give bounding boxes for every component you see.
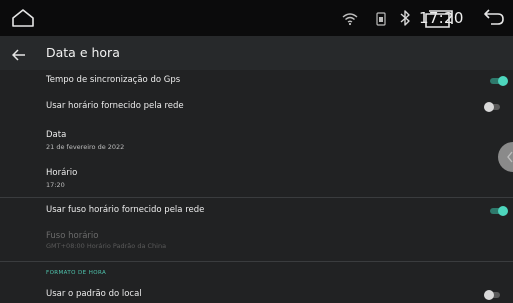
setting-label: Data	[46, 130, 67, 140]
setting-label: Tempo de sincronização do Gps	[46, 75, 181, 85]
setting-label: Usar fuso horário fornecido pela rede	[46, 205, 205, 215]
setting-timezone: Fuso horário GMT+08:00 Horário Padrão da…	[0, 228, 513, 256]
page-header: Data e hora	[0, 36, 513, 70]
gps-sync-toggle[interactable]	[490, 76, 508, 86]
recents-icon[interactable]	[424, 9, 454, 33]
setting-time[interactable]: Horário 17:20	[0, 164, 513, 194]
setting-network-timezone[interactable]: Usar fuso horário fornecido pela rede	[0, 200, 513, 222]
bluetooth-icon	[398, 9, 412, 31]
setting-label: Horário	[46, 168, 78, 178]
divider	[0, 261, 513, 262]
arrow-left-icon[interactable]	[11, 46, 26, 65]
network-timezone-toggle[interactable]	[490, 206, 508, 216]
wifi-icon	[342, 11, 358, 30]
chevron-left-icon	[505, 149, 513, 169]
page-title: Data e hora	[46, 45, 120, 60]
back-icon[interactable]	[483, 8, 505, 32]
setting-value: 21 de fevereiro de 2022	[46, 143, 125, 151]
setting-network-time[interactable]: Usar horário fornecido pela rede	[0, 96, 513, 118]
setting-date[interactable]: Data 21 de fevereiro de 2022	[0, 126, 513, 156]
setting-value: GMT+08:00 Horário Padrão da China	[46, 242, 167, 250]
setting-label: Usar o padrão do local	[46, 289, 142, 299]
status-bar: 17:20	[0, 0, 513, 36]
setting-value: 17:20	[46, 181, 65, 189]
setting-locale-default[interactable]: Usar o padrão do local	[0, 283, 513, 303]
setting-gps-sync[interactable]: Tempo de sincronização do Gps	[0, 70, 513, 92]
home-icon[interactable]	[10, 6, 36, 30]
setting-label: Fuso horário	[46, 231, 99, 241]
section-header-time-format: FORMATO DE HORA	[46, 270, 107, 276]
setting-label: Usar horário fornecido pela rede	[46, 101, 184, 111]
sim-icon	[376, 11, 386, 30]
network-time-toggle[interactable]	[484, 102, 502, 112]
locale-default-toggle[interactable]	[484, 290, 502, 300]
divider	[0, 197, 513, 198]
